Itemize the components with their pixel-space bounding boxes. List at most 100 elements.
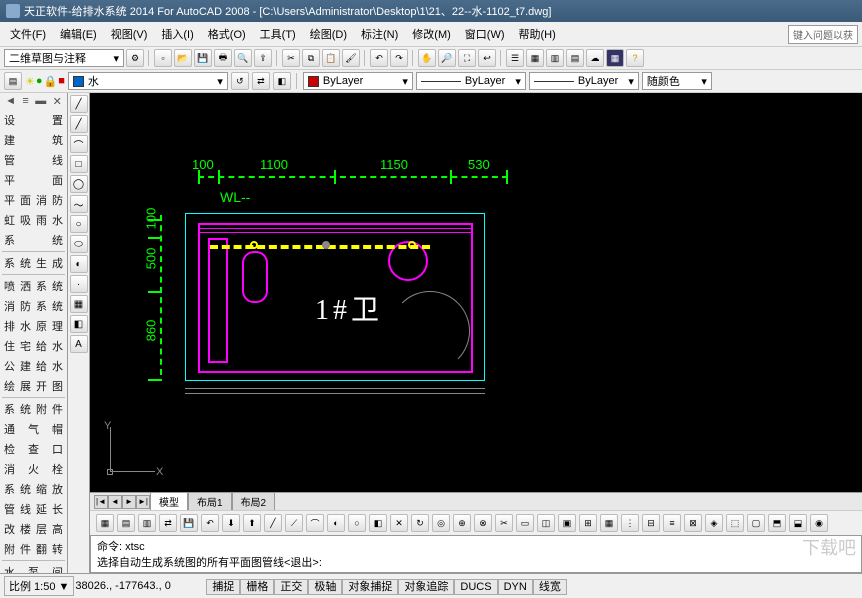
sidebar-item[interactable]: 建 筑	[0, 130, 67, 150]
draw-tool-icon[interactable]: ◯	[70, 175, 88, 193]
save-icon[interactable]: 💾	[194, 49, 212, 67]
bottom-tool-icon[interactable]: ⬚	[726, 514, 744, 532]
layer-prev-icon[interactable]: ↺	[231, 72, 249, 90]
menu-tools[interactable]: 工具(T)	[254, 24, 302, 44]
match-icon[interactable]: 🖌	[342, 49, 360, 67]
panel-min-icon[interactable]: ▬	[35, 95, 46, 108]
tab-last-icon[interactable]: ►|	[136, 495, 150, 509]
menu-modify[interactable]: 修改(M)	[406, 24, 457, 44]
menu-view[interactable]: 视图(V)	[105, 24, 154, 44]
redo-icon[interactable]: ↷	[390, 49, 408, 67]
draw-tool-icon[interactable]: □	[70, 155, 88, 173]
bottom-tool-icon[interactable]: ▦	[600, 514, 618, 532]
draw-tool-icon[interactable]: ╱	[70, 95, 88, 113]
bottom-tool-icon[interactable]: ▭	[516, 514, 534, 532]
panel-menu-icon[interactable]: ≡	[22, 95, 28, 108]
layer-props-icon[interactable]: ▤	[4, 72, 22, 90]
paste-icon[interactable]: 📋	[322, 49, 340, 67]
color-combo[interactable]: ByLayer▾	[303, 72, 413, 90]
menu-file[interactable]: 文件(F)	[4, 24, 52, 44]
status-toggle[interactable]: DYN	[498, 579, 533, 595]
sheet-set-icon[interactable]: ▤	[566, 49, 584, 67]
sidebar-item[interactable]: 虹吸雨水	[0, 210, 67, 230]
ws-settings-icon[interactable]: ⚙	[126, 49, 144, 67]
open-icon[interactable]: 📂	[174, 49, 192, 67]
bottom-tool-icon[interactable]: ⊠	[684, 514, 702, 532]
menu-help[interactable]: 帮助(H)	[513, 24, 562, 44]
bottom-tool-icon[interactable]: ⬒	[768, 514, 786, 532]
draw-tool-icon[interactable]: ○	[70, 215, 88, 233]
zoom-icon[interactable]: 🔎	[438, 49, 456, 67]
tab-layout1[interactable]: 布局1	[188, 492, 232, 511]
scale-combo[interactable]: 比例 1:50 ▼	[4, 576, 74, 596]
sidebar-item[interactable]: 平 面	[0, 170, 67, 190]
pan-icon[interactable]: ✋	[418, 49, 436, 67]
bottom-tool-icon[interactable]: ↶	[201, 514, 219, 532]
tab-model[interactable]: 模型	[150, 492, 188, 511]
layer-combo[interactable]: 水▾	[68, 72, 228, 90]
sidebar-item[interactable]: 系统生成	[0, 253, 67, 273]
sidebar-item[interactable]: 公建给水	[0, 356, 67, 376]
bottom-tool-icon[interactable]: ▦	[96, 514, 114, 532]
draw-tool-icon[interactable]: ⬭	[70, 235, 88, 253]
status-toggle[interactable]: 捕捉	[206, 579, 240, 595]
status-toggle[interactable]: 对象捕捉	[342, 579, 398, 595]
bottom-tool-icon[interactable]: ⌒	[306, 514, 324, 532]
new-icon[interactable]: ▫	[154, 49, 172, 67]
bottom-tool-icon[interactable]: ⬇	[222, 514, 240, 532]
help-search[interactable]: 键入问题以获	[788, 25, 858, 44]
drawing-canvas[interactable]: 100 1100 1150 530 WL-- 100 500 860	[90, 93, 862, 492]
bottom-tool-icon[interactable]: ◎	[432, 514, 450, 532]
bottom-tool-icon[interactable]: ⊞	[579, 514, 597, 532]
draw-tool-icon[interactable]: ◐	[70, 255, 88, 273]
bottom-tool-icon[interactable]: ✂	[495, 514, 513, 532]
bottom-tool-icon[interactable]: ▣	[558, 514, 576, 532]
sidebar-item[interactable]: 系统缩放	[0, 479, 67, 499]
bottom-tool-icon[interactable]: ↻	[411, 514, 429, 532]
tab-prev-icon[interactable]: ◄	[108, 495, 122, 509]
status-toggle[interactable]: 正交	[274, 579, 308, 595]
design-center-icon[interactable]: ▦	[526, 49, 544, 67]
help-icon[interactable]: ?	[626, 49, 644, 67]
workspace-combo[interactable]: 二维草图与注释▾	[4, 49, 124, 67]
undo-icon[interactable]: ↶	[370, 49, 388, 67]
bottom-tool-icon[interactable]: ⋮	[621, 514, 639, 532]
menu-dim[interactable]: 标注(N)	[355, 24, 404, 44]
sidebar-item[interactable]: 消 火 栓	[0, 459, 67, 479]
bottom-tool-icon[interactable]: 💾	[180, 514, 198, 532]
publish-icon[interactable]: ⇪	[254, 49, 272, 67]
menu-format[interactable]: 格式(O)	[202, 24, 252, 44]
sidebar-item[interactable]: 住宅给水	[0, 336, 67, 356]
sidebar-item[interactable]: 平面消防	[0, 190, 67, 210]
layer-iso-icon[interactable]: ◧	[273, 72, 291, 90]
sidebar-item[interactable]: 水 泵 间	[0, 562, 67, 573]
zoom-window-icon[interactable]: ⛶	[458, 49, 476, 67]
panel-close-icon[interactable]: ✕	[53, 95, 62, 108]
sidebar-item[interactable]: 排水原理	[0, 316, 67, 336]
bottom-tool-icon[interactable]: ▥	[138, 514, 156, 532]
cut-icon[interactable]: ✂	[282, 49, 300, 67]
sidebar-item[interactable]: 喷洒系统	[0, 276, 67, 296]
draw-tool-icon[interactable]: ╱	[70, 115, 88, 133]
draw-tool-icon[interactable]: ·	[70, 275, 88, 293]
preview-icon[interactable]: 🔍	[234, 49, 252, 67]
panel-prev-icon[interactable]: ◄	[5, 95, 16, 108]
draw-tool-icon[interactable]: ▦	[70, 295, 88, 313]
copy-icon[interactable]: ⧉	[302, 49, 320, 67]
draw-tool-icon[interactable]: ◧	[70, 315, 88, 333]
bottom-tool-icon[interactable]: ╱	[264, 514, 282, 532]
sidebar-item[interactable]: 管 线	[0, 150, 67, 170]
bottom-tool-icon[interactable]: ◈	[705, 514, 723, 532]
print-icon[interactable]: 🖶	[214, 49, 232, 67]
bottom-tool-icon[interactable]: ◉	[810, 514, 828, 532]
linetype-combo[interactable]: ByLayer▾	[416, 72, 526, 90]
sidebar-item[interactable]: 系 统	[0, 230, 67, 250]
status-toggle[interactable]: 线宽	[533, 579, 567, 595]
plotstyle-combo[interactable]: 随颜色▾	[642, 72, 712, 90]
menu-insert[interactable]: 插入(I)	[155, 24, 199, 44]
properties-icon[interactable]: ☰	[506, 49, 524, 67]
tab-layout2[interactable]: 布局2	[232, 492, 276, 511]
status-toggle[interactable]: 极轴	[308, 579, 342, 595]
sidebar-item[interactable]: 改楼层高	[0, 519, 67, 539]
bottom-tool-icon[interactable]: ≡	[663, 514, 681, 532]
